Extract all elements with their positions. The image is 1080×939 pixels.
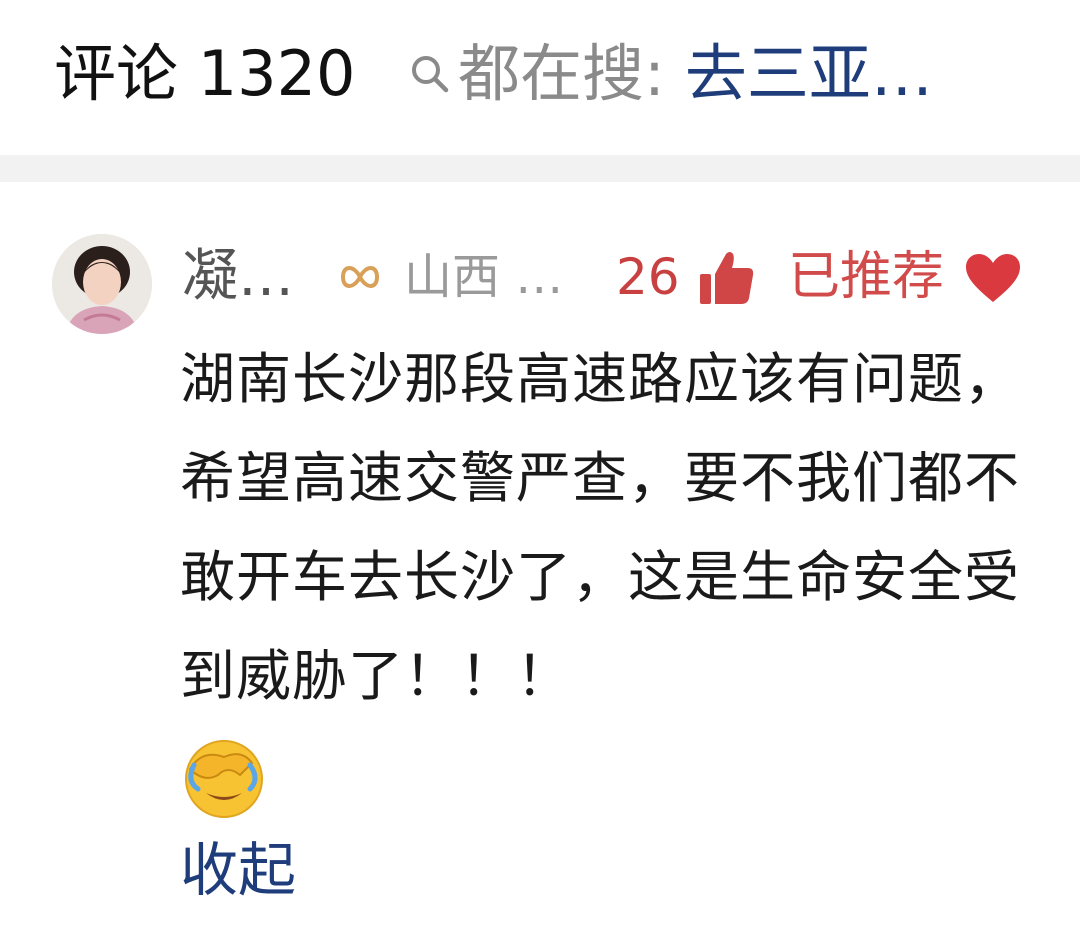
comments-header: 评论 1320 都在搜: 去三亚… xyxy=(0,0,1080,152)
comment-body: 湖南长沙那段高速路应该有问题，希望高速交警严查，要不我们都不敢开车去长沙了，这是… xyxy=(180,347,1021,708)
collapse-button[interactable]: 收起 xyxy=(180,832,296,908)
like-count: 26 xyxy=(616,248,680,306)
comment-count-title: 评论 1320 xyxy=(54,37,356,110)
location-label: 山西 … xyxy=(404,249,564,305)
thumbs-up-icon[interactable] xyxy=(696,248,756,308)
username[interactable]: 凝… xyxy=(182,242,294,312)
comment-meta: 凝… 山西 … 26 已推荐 xyxy=(182,242,1042,312)
recommended-label[interactable]: 已推荐 xyxy=(788,242,944,312)
trending-search-link[interactable]: 都在搜: 去三亚… xyxy=(410,36,933,112)
search-prefix-label: 都在搜: xyxy=(458,37,665,110)
section-divider xyxy=(0,155,1080,182)
search-icon xyxy=(410,36,458,112)
comment-item: 凝… 山西 … 26 已推荐 湖南长沙那段高速路应该有问题，希望高速交警严查，要… xyxy=(0,182,1080,939)
infinity-badge-icon xyxy=(339,260,381,294)
heart-icon[interactable] xyxy=(964,252,1022,304)
facepalm-emoji xyxy=(180,735,268,819)
search-term-link[interactable]: 去三亚… xyxy=(685,36,933,112)
avatar[interactable] xyxy=(52,234,152,334)
